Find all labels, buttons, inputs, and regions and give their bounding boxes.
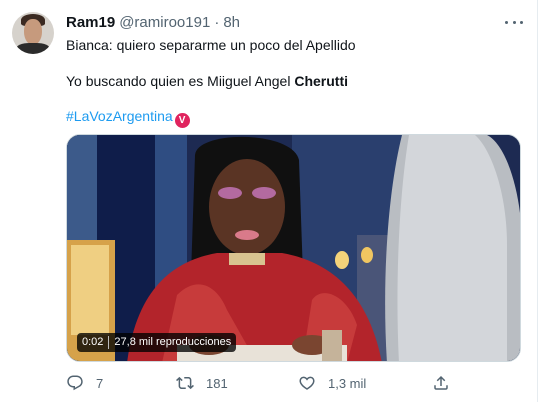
author-handle[interactable]: @ramiroo191 xyxy=(119,14,210,31)
video-frame xyxy=(67,135,520,361)
like-button[interactable]: 1,3 mil xyxy=(298,372,366,394)
tweet-text-line-2: Yo buscando quien es Miiguel Angel Cheru… xyxy=(66,72,348,90)
overlay-divider xyxy=(108,336,110,349)
video-duration: 0:02 xyxy=(82,336,104,348)
tweet-text-prefix: Yo buscando quien es Miiguel Angel xyxy=(66,73,295,89)
hashtag-line: #LaVozArgentina V xyxy=(66,107,190,128)
tweet[interactable]: Ram19 @ramiroo191 · 8h Bianca: quiero se… xyxy=(0,0,538,402)
avatar[interactable] xyxy=(12,12,54,54)
avatar-body xyxy=(16,43,50,54)
reply-count: 7 xyxy=(96,375,104,391)
more-icon[interactable] xyxy=(505,13,523,31)
retweet-count: 181 xyxy=(206,375,228,391)
tweet-timestamp[interactable]: 8h xyxy=(223,14,240,31)
hashtag-badge-icon: V xyxy=(174,113,190,128)
retweet-button[interactable]: 181 xyxy=(176,372,228,394)
header-separator: · xyxy=(214,14,220,31)
video-views: 27,8 mil reproducciones xyxy=(114,336,232,348)
reply-icon xyxy=(67,375,83,391)
heart-icon xyxy=(299,376,315,390)
share-button[interactable] xyxy=(432,372,462,394)
hashtag-link[interactable]: #LaVozArgentina xyxy=(66,108,173,124)
author-name[interactable]: Ram19 xyxy=(66,14,115,31)
retweet-icon xyxy=(176,376,194,390)
tweet-actions: 7 181 1,3 mil xyxy=(66,372,521,394)
video-player[interactable]: 0:02 27,8 mil reproducciones xyxy=(66,134,521,362)
share-icon xyxy=(434,375,448,390)
tweet-text-line-1: Bianca: quiero separarme un poco del Ape… xyxy=(66,37,356,53)
video-overlay: 0:02 27,8 mil reproducciones xyxy=(77,333,237,352)
tweet-text-bold: Cherutti xyxy=(294,73,348,89)
like-count: 1,3 mil xyxy=(328,375,367,391)
reply-button[interactable]: 7 xyxy=(66,372,103,394)
tweet-header: Ram19 @ramiroo191 · 8h xyxy=(66,14,240,32)
avatar-face xyxy=(24,19,42,45)
